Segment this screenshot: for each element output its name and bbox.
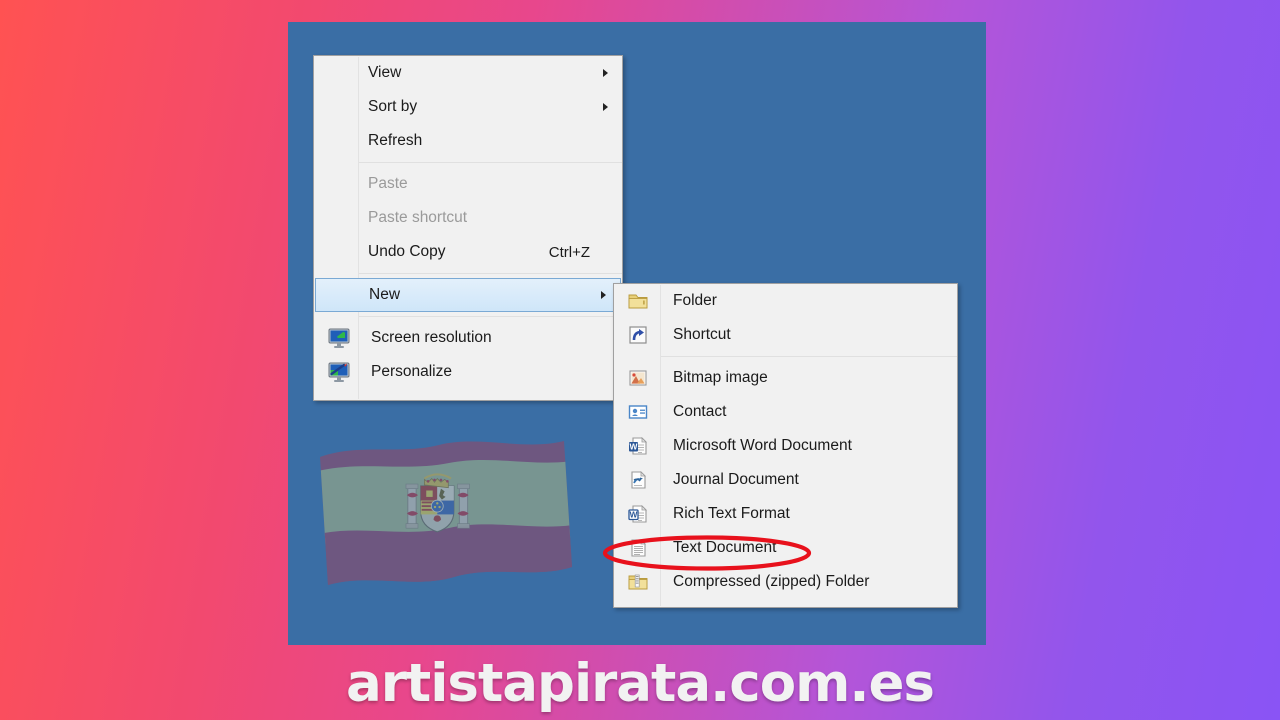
journal-document-icon (626, 469, 650, 491)
submenu-item-label: Text Document (673, 539, 777, 556)
submenu-item-journal-document[interactable]: Journal Document (614, 463, 957, 497)
menu-item-label: New (369, 286, 401, 303)
monitor-resolution-icon (327, 327, 351, 349)
menu-separator (314, 316, 622, 317)
submenu-item-label: Shortcut (673, 326, 731, 343)
folder-icon (626, 290, 650, 312)
submenu-item-compressed-folder[interactable]: Compressed (zipped) Folder (614, 565, 957, 599)
menu-item-label: Screen resolution (371, 329, 492, 346)
menu-item-refresh[interactable]: Refresh (314, 124, 622, 158)
menu-item-sort-by[interactable]: Sort by (314, 90, 622, 124)
shortcut-icon (626, 324, 650, 346)
submenu-item-rich-text-format[interactable]: W Rich Text Format (614, 497, 957, 531)
menu-item-paste: Paste (314, 167, 622, 201)
text-document-icon (626, 537, 650, 559)
menu-item-screen-resolution[interactable]: Screen resolution (314, 321, 622, 355)
submenu-item-label: Microsoft Word Document (673, 437, 852, 454)
bitmap-image-icon (626, 367, 650, 389)
menu-separator (314, 162, 622, 163)
menu-separator (314, 273, 622, 274)
menu-item-paste-shortcut: Paste shortcut (314, 201, 622, 235)
menu-item-new[interactable]: New (315, 278, 621, 312)
menu-item-undo-copy[interactable]: Undo Copy Ctrl+Z (314, 235, 622, 269)
menu-item-view[interactable]: View (314, 56, 622, 90)
submenu-separator (614, 356, 957, 357)
zipped-folder-icon (626, 571, 650, 593)
desktop-context-menu[interactable]: View Sort by Refresh Paste Paste shortcu… (313, 55, 623, 401)
new-submenu[interactable]: Folder Shortcut Bitmap image Contact W M… (613, 283, 958, 608)
monitor-personalize-icon (327, 361, 351, 383)
menu-item-personalize[interactable]: Personalize (314, 355, 622, 389)
contact-icon (626, 401, 650, 423)
svg-text:W: W (630, 511, 638, 520)
submenu-item-shortcut[interactable]: Shortcut (614, 318, 957, 352)
menu-item-label: Paste shortcut (368, 209, 468, 226)
menu-item-accelerator: Ctrl+Z (548, 243, 590, 261)
menu-item-label: Undo Copy (368, 243, 446, 260)
submenu-item-contact[interactable]: Contact (614, 395, 957, 429)
word-document-icon: W (626, 435, 650, 457)
menu-item-label: Refresh (368, 132, 423, 149)
submenu-item-label: Journal Document (673, 471, 799, 488)
chevron-right-icon (603, 69, 608, 77)
submenu-item-folder[interactable]: Folder (614, 284, 957, 318)
watermark-text: artistapirata.com.es (346, 653, 935, 714)
submenu-item-word-document[interactable]: W Microsoft Word Document (614, 429, 957, 463)
svg-text:W: W (630, 441, 638, 451)
submenu-item-label: Rich Text Format (673, 505, 790, 522)
chevron-right-icon (603, 103, 608, 111)
submenu-item-text-document[interactable]: Text Document (614, 531, 957, 565)
rich-text-icon: W (626, 503, 650, 525)
menu-item-label: Sort by (368, 98, 418, 115)
submenu-item-label: Contact (673, 403, 727, 420)
spain-waving-flag (314, 427, 584, 607)
chevron-right-icon (601, 291, 606, 299)
submenu-item-label: Compressed (zipped) Folder (673, 573, 870, 590)
submenu-item-bitmap-image[interactable]: Bitmap image (614, 361, 957, 395)
menu-item-label: View (368, 64, 402, 81)
submenu-item-label: Bitmap image (673, 369, 768, 386)
menu-item-label: Paste (368, 175, 408, 192)
submenu-item-label: Folder (673, 292, 717, 309)
menu-item-label: Personalize (371, 363, 452, 380)
